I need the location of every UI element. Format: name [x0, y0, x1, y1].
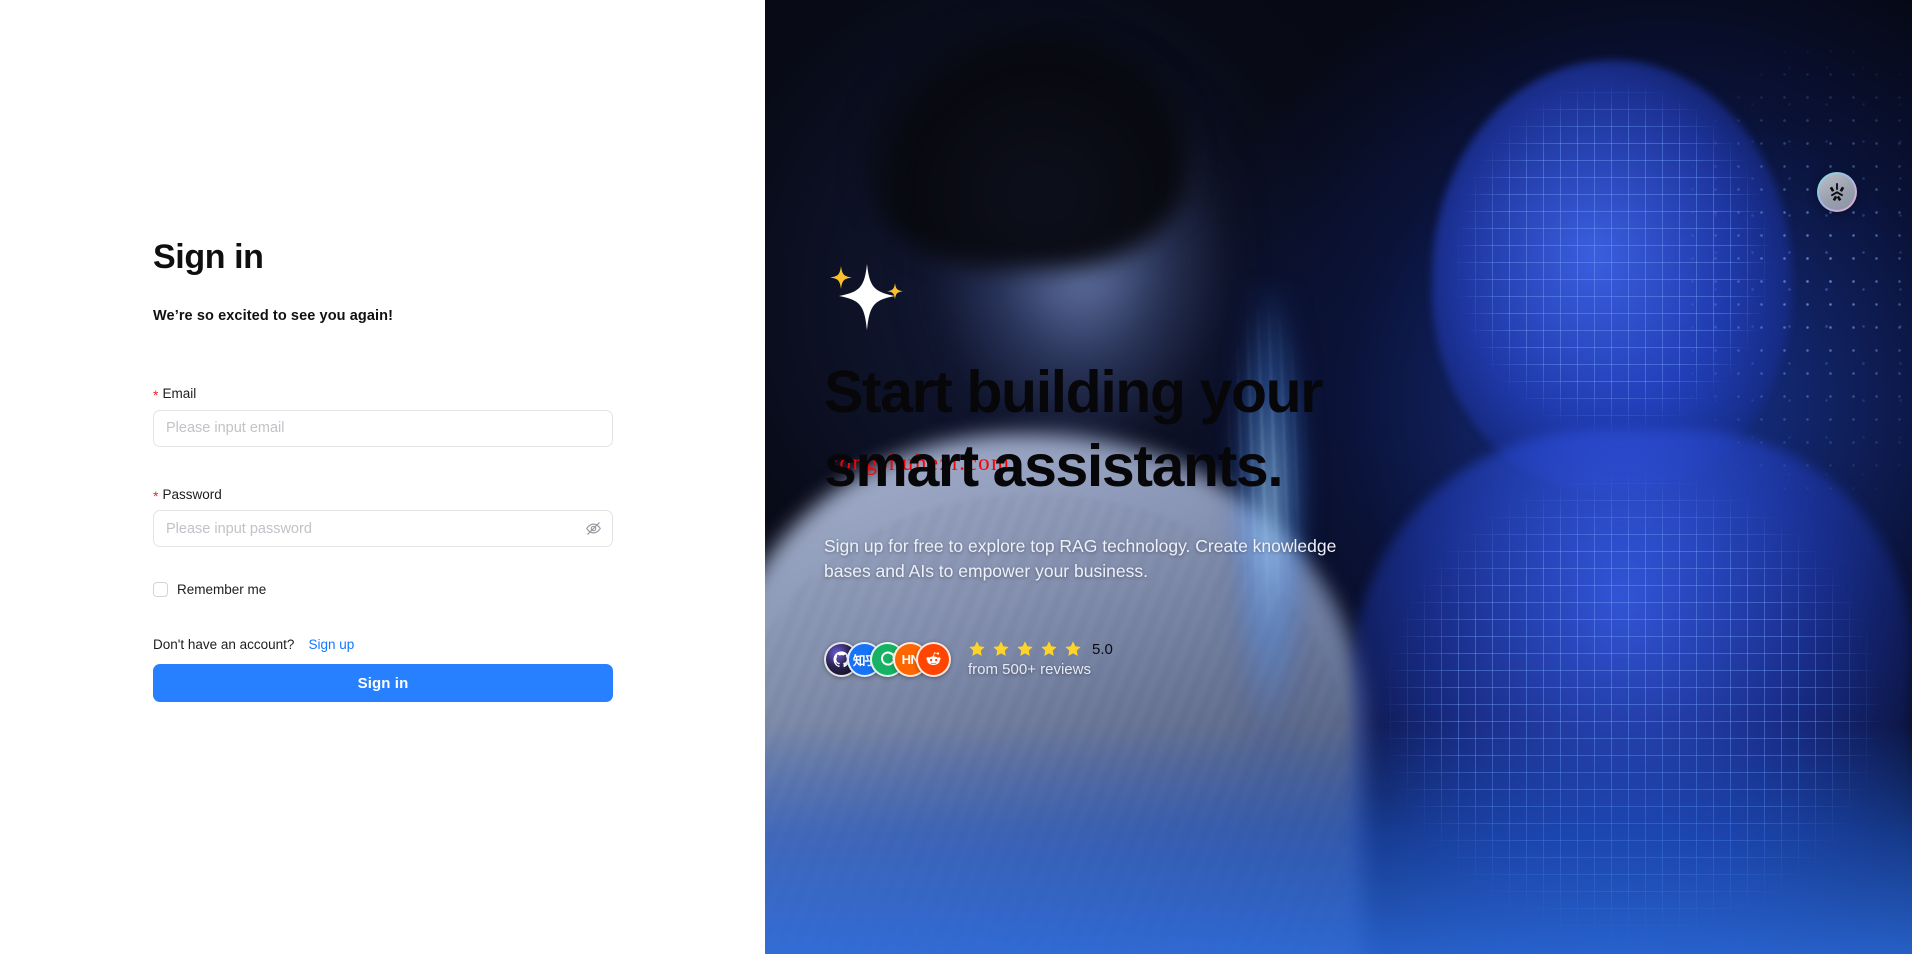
email-field-group: * Email: [153, 386, 613, 447]
email-input[interactable]: [153, 409, 613, 447]
password-label-text: Password: [162, 486, 222, 502]
auth-panel: Sign in We’re so excited to see you agai…: [0, 0, 765, 954]
signup-prompt-row: Don't have an account? Sign up: [153, 637, 613, 652]
hero-particles: [1612, 40, 1912, 560]
required-asterisk-password: *: [153, 487, 159, 504]
remember-me-label[interactable]: Remember me: [177, 582, 266, 597]
ragflow-logo-badge[interactable]: [1817, 172, 1857, 212]
hero-panel: songshuhezi.com Start building your smar…: [765, 0, 1912, 954]
page-title: Sign in: [153, 238, 264, 276]
hero-person-hair: [860, 20, 1190, 270]
star-icon: [969, 641, 985, 656]
reviewer-avatars: 知乎 HN: [824, 641, 951, 677]
remember-me-row[interactable]: Remember me: [153, 582, 613, 598]
page-subtitle: We’re so excited to see you again!: [153, 308, 394, 325]
form-fields: *Email *Password: [153, 386, 613, 703]
reddit-avatar: [916, 641, 951, 677]
account-prompt-text: Don't have an account?: [153, 637, 295, 653]
signup-link[interactable]: Sign up: [308, 637, 354, 652]
email-label: * Email: [153, 386, 613, 404]
rating-block: 5.0 from 500+ reviews: [968, 640, 1113, 679]
required-asterisk-email: *: [153, 387, 159, 404]
password-input-shell: [153, 510, 613, 548]
rating-value: 5.0: [1092, 640, 1113, 658]
eye-off-icon[interactable]: [583, 519, 603, 539]
password-field-group: * Password: [153, 487, 613, 548]
stars-row: 5.0: [968, 640, 1113, 658]
star-icon: [1041, 641, 1057, 656]
signin-button[interactable]: Sign in: [153, 664, 613, 703]
hero-title-line1: Start building your: [824, 359, 1323, 425]
hero-bottom-glow: [765, 724, 1912, 954]
hero-title-line2: smart assistants.: [824, 433, 1284, 500]
email-label-text: Email: [162, 386, 197, 402]
reviews-block: 知乎 HN 5.0 from 500+ reviews: [824, 640, 1113, 678]
signin-form: Sign in We’re so excited to see you agai…: [153, 238, 613, 703]
password-input[interactable]: [153, 510, 613, 548]
star-icon: [1017, 641, 1033, 656]
star-icon: [1065, 641, 1081, 656]
hero-subtitle: Sign up for free to explore top RAG tech…: [824, 535, 1337, 582]
star-icon: [993, 641, 1009, 656]
field-spacer: [153, 447, 613, 487]
remember-me-checkbox[interactable]: [153, 582, 168, 598]
email-input-shell: [153, 409, 613, 447]
signin-page: Sign in We’re so excited to see you agai…: [0, 0, 1912, 954]
hero-title: Start building your smart assistants.: [824, 355, 1484, 504]
reviews-count-text: from 500+ reviews: [968, 661, 1091, 678]
password-label: * Password: [153, 487, 613, 502]
hero-copy: Start building your smart assistants. Si…: [824, 355, 1484, 585]
ragflow-logo-icon: [1819, 174, 1855, 210]
